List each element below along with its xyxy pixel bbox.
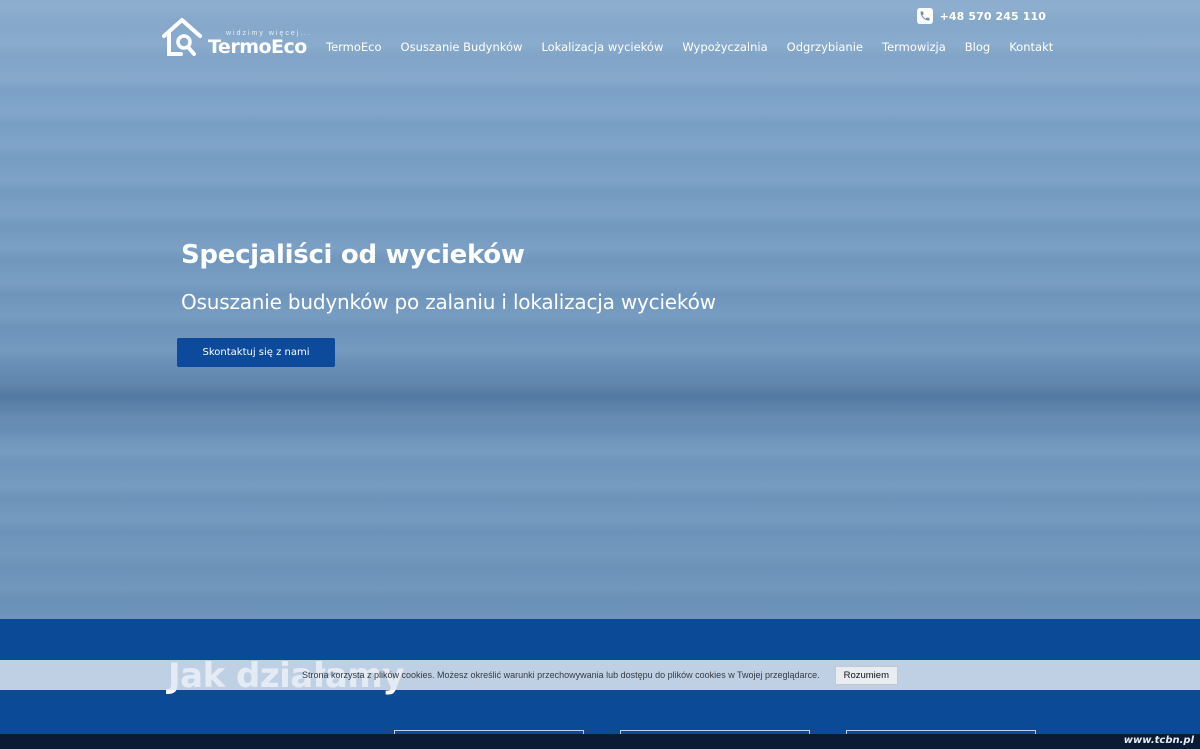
nav-item-termowizja[interactable]: Termowizja bbox=[882, 40, 946, 54]
nav-item-kontakt[interactable]: Kontakt bbox=[1009, 40, 1053, 54]
watermark: www.tcbn.pl bbox=[1123, 735, 1194, 746]
nav-item-lokalizacja-wyciekow[interactable]: Lokalizacja wycieków bbox=[541, 40, 663, 54]
main-nav: TermoEco Osuszanie Budynków Lokalizacja … bbox=[326, 40, 1053, 54]
header-phone[interactable]: +48 570 245 110 bbox=[916, 8, 1046, 24]
cookie-bar: Strona korzysta z plików cookies. Możesz… bbox=[0, 660, 1200, 690]
nav-item-odgrzybianie[interactable]: Odgrzybianie bbox=[787, 40, 863, 54]
logo-name[interactable]: TermoEco bbox=[208, 36, 307, 58]
cookie-text: Strona korzysta z plików cookies. Możesz… bbox=[302, 670, 820, 680]
nav-item-wypozyczalnia[interactable]: Wypożyczalnia bbox=[682, 40, 767, 54]
hero-title: Specjaliści od wycieków bbox=[181, 240, 525, 270]
bottom-strip bbox=[0, 734, 1200, 749]
phone-icon bbox=[916, 8, 933, 24]
contact-us-button[interactable]: Skontaktuj się z nami bbox=[177, 338, 335, 367]
hero-subtitle: Osuszanie budynków po zalaniu i lokaliza… bbox=[181, 290, 716, 314]
nav-item-blog[interactable]: Blog bbox=[965, 40, 990, 54]
nav-item-osuszanie-budynkow[interactable]: Osuszanie Budynków bbox=[401, 40, 523, 54]
nav-item-termoeco[interactable]: TermoEco bbox=[326, 40, 382, 54]
cookie-accept-button[interactable]: Rozumiem bbox=[834, 665, 898, 685]
phone-number: +48 570 245 110 bbox=[939, 9, 1046, 23]
